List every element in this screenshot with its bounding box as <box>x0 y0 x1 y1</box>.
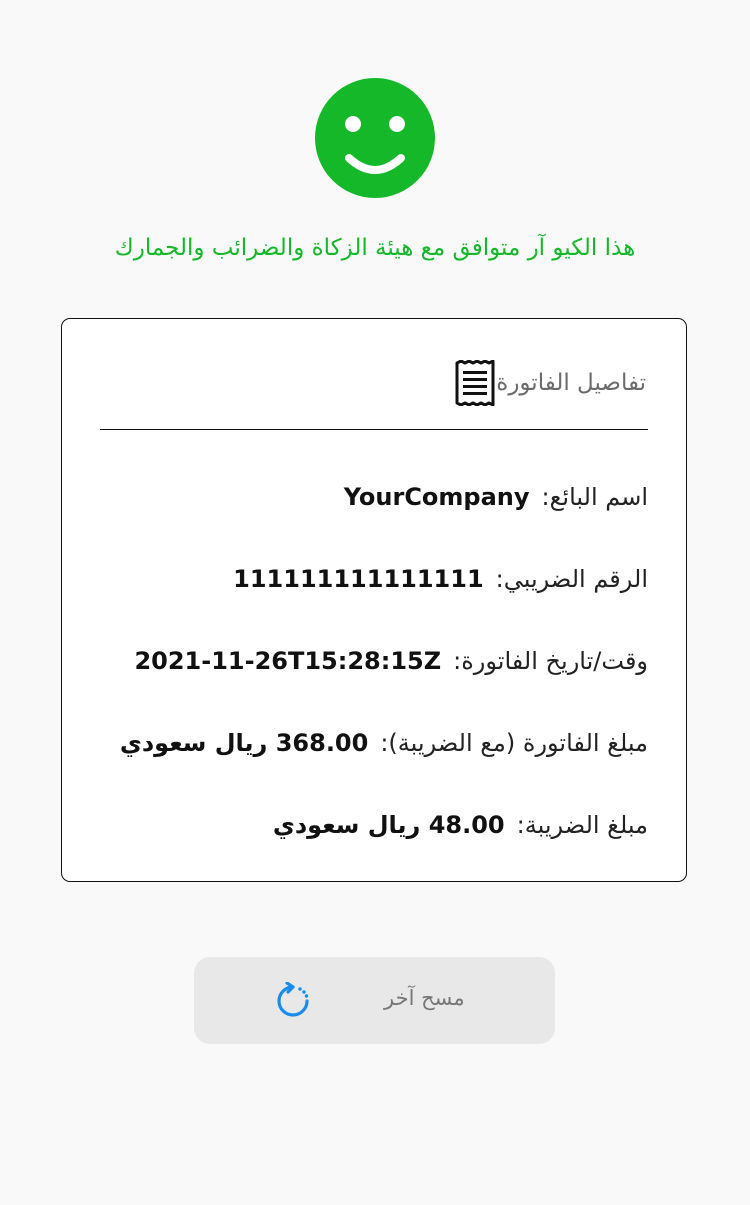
header-divider <box>100 429 648 430</box>
zatca-compliance-message: هذا الكيو آر متوافق مع هيئة الزكاة والضر… <box>114 235 636 261</box>
invoice-total-label: مبلغ الفاتورة (مع الضريبة): <box>380 729 648 757</box>
vat-amount-row: مبلغ الضريبة: 48.00 ريال سعودي <box>100 811 648 839</box>
tax-number-label: الرقم الضريبي: <box>495 565 648 593</box>
tax-number-value: 111111111111111 <box>233 565 484 593</box>
seller-name-label: اسم البائع: <box>541 483 648 511</box>
invoice-total-row: مبلغ الفاتورة (مع الضريبة): 368.00 ريال س… <box>100 729 648 757</box>
receipt-icon <box>455 360 495 406</box>
invoice-datetime-value: 2021-11-26T15:28:15Z <box>134 647 442 675</box>
invoice-total-value: 368.00 ريال سعودي <box>119 729 369 757</box>
scan-again-button[interactable]: مسح آخر <box>194 957 555 1044</box>
seller-name-row: اسم البائع: YourCompany <box>100 483 648 511</box>
seller-name-value: YourCompany <box>343 483 530 511</box>
invoice-datetime-label: وقت/تاريخ الفاتورة: <box>453 647 648 675</box>
tax-number-row: الرقم الضريبي: 111111111111111 <box>100 565 648 593</box>
refresh-icon <box>277 982 309 1017</box>
invoice-details-card: تفاصيل الفاتورة اسم البائع: YourCompany ا… <box>61 318 687 882</box>
vat-amount-value: 48.00 ريال سعودي <box>272 811 505 839</box>
invoice-details-header: تفاصيل الفاتورة <box>440 359 646 407</box>
invoice-details-title: تفاصيل الفاتورة <box>496 370 646 396</box>
invoice-datetime-row: وقت/تاريخ الفاتورة: 2021-11-26T15:28:15Z <box>100 647 648 675</box>
scan-again-label: مسح آخر <box>384 986 465 1010</box>
vat-amount-label: مبلغ الضريبة: <box>516 811 648 839</box>
smiley-face-icon <box>315 78 435 198</box>
